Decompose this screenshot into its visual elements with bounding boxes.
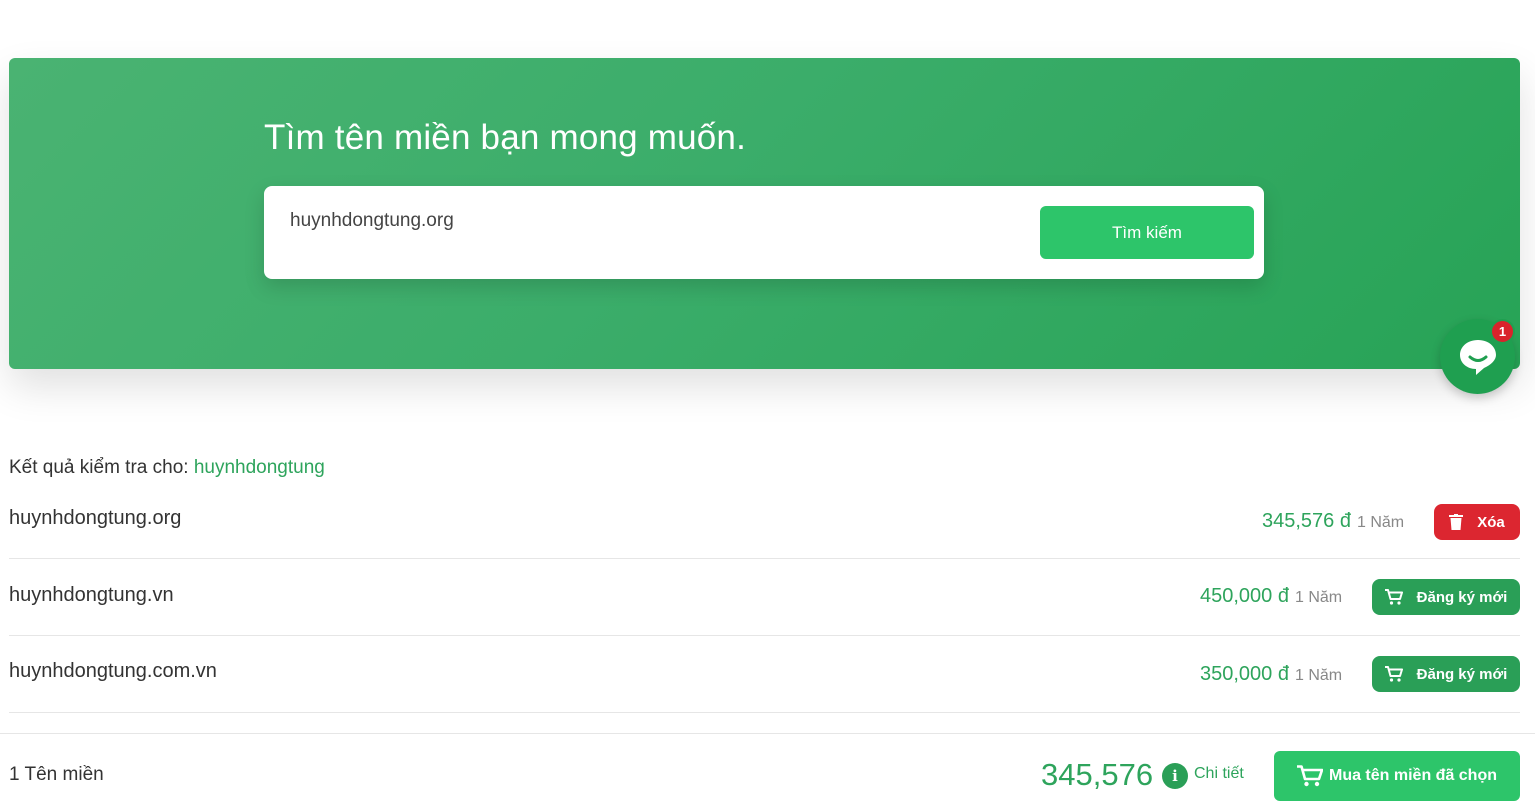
domain-result-row: huynhdongtung.org 345,576 đ 1 Năm Xóa [9,482,1520,559]
register-domain-button[interactable]: Đăng ký mới [1372,579,1520,615]
chat-bubble-icon [1459,339,1496,375]
info-icon[interactable]: i [1162,763,1188,789]
cart-summary-bar: 1 Tên miền 345,576 i Chi tiết Mua tên mi… [0,733,1535,807]
domain-name: huynhdongtung.vn [9,584,174,606]
domain-search-hero: Tìm tên miền bạn mong muốn. Tìm kiếm [9,58,1520,369]
page: Tìm tên miền bạn mong muốn. Tìm kiếm 1 K… [0,0,1535,807]
domain-price-group: 450,000 đ 1 Năm [1200,585,1342,608]
register-domain-button[interactable]: Đăng ký mới [1372,656,1520,692]
register-domain-label: Đăng ký mới [1416,588,1508,606]
remove-domain-label: Xóa [1477,513,1505,531]
domain-result-row: huynhdongtung.vn 450,000 đ 1 Năm Đăng ký… [9,559,1520,636]
domain-term: 1 Năm [1294,589,1343,606]
hero-title: Tìm tên miền bạn mong muốn. [264,118,747,157]
cart-total: 345,576 [1041,757,1154,792]
search-button[interactable]: Tìm kiếm [1040,206,1254,259]
buy-selected-label: Mua tên miền đã chọn [1328,767,1497,784]
cart-icon [1296,765,1323,787]
domain-name: huynhdongtung.org [9,507,182,529]
domain-term: 1 Năm [1356,514,1405,531]
remove-domain-button[interactable]: Xóa [1434,504,1520,540]
results-keyword: huynhdongtung [193,457,325,478]
domain-price-group: 345,576 đ 1 Năm [1262,510,1404,533]
selected-domain-count: 1 Tên miền [9,764,104,785]
domain-price: 350,000 đ [1200,663,1289,685]
domain-name: huynhdongtung.com.vn [9,660,217,682]
domain-price: 345,576 đ [1262,510,1351,532]
register-domain-label: Đăng ký mới [1416,665,1508,683]
search-box: Tìm kiếm [264,186,1264,279]
buy-selected-domains-button[interactable]: Mua tên miền đã chọn [1274,751,1520,801]
domain-price-group: 350,000 đ 1 Năm [1200,663,1342,686]
domain-result-row: huynhdongtung.com.vn 350,000 đ 1 Năm Đăn… [9,636,1520,713]
cart-icon [1384,589,1403,605]
domain-price: 450,000 đ [1200,585,1289,607]
results-heading-label: Kết quả kiểm tra cho: [9,457,189,478]
results-heading: Kết quả kiểm tra cho: huynhdongtung [9,457,325,479]
domain-search-input[interactable] [290,206,1010,236]
chat-notification-badge: 1 [1490,319,1515,344]
trash-icon [1449,514,1464,530]
domain-term: 1 Năm [1294,667,1343,684]
cart-icon [1384,666,1403,682]
detail-link[interactable]: Chi tiết [1194,765,1244,783]
